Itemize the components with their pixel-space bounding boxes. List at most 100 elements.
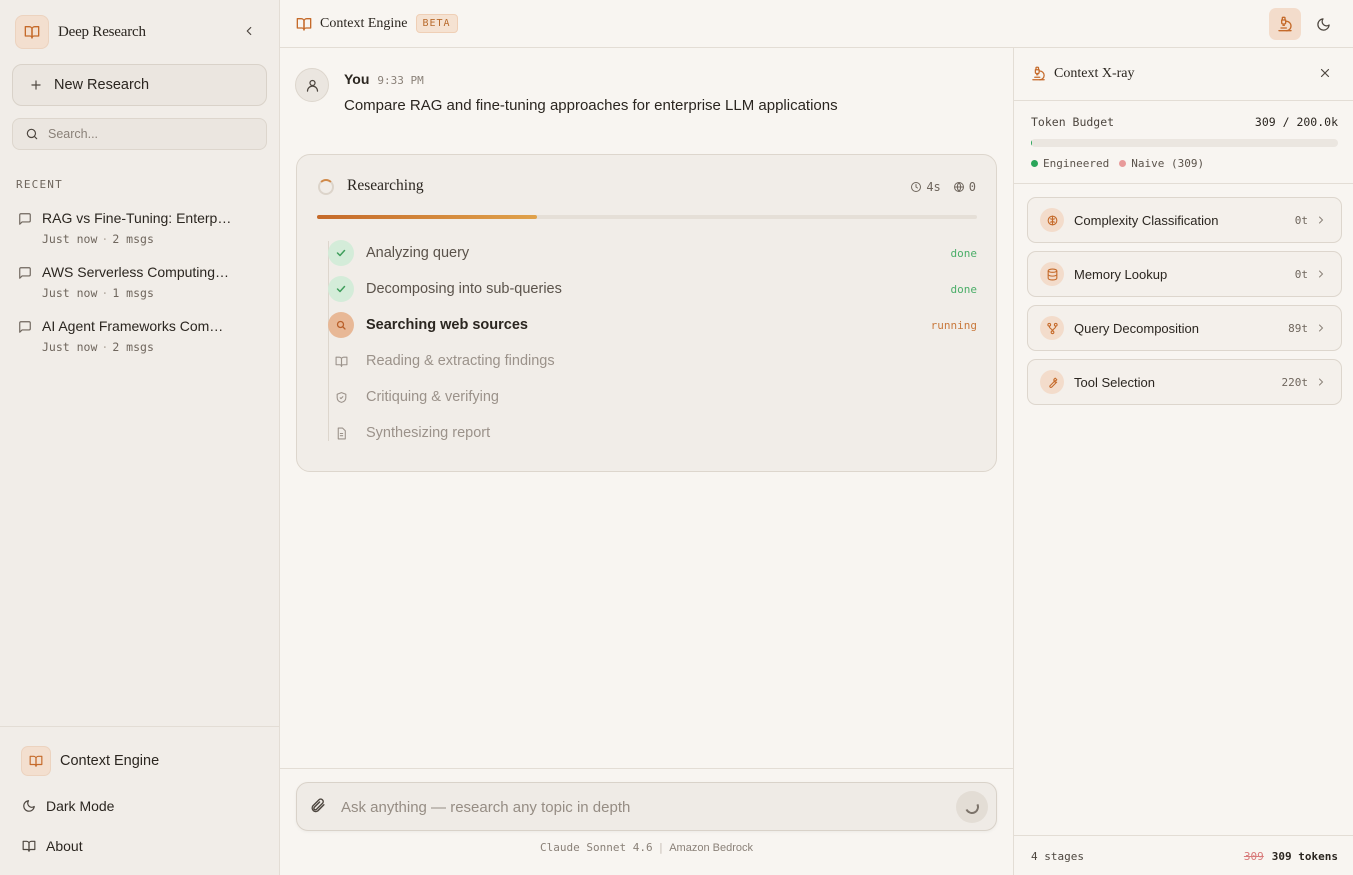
stage-label: Tool Selection (1074, 374, 1155, 390)
moon-icon (23, 800, 35, 812)
legend-naive: Naive (309) (1131, 157, 1205, 170)
sidebar-footer: Context Engine Dark Mode About (0, 726, 279, 875)
stage-label: Query Decomposition (1074, 320, 1199, 336)
app-title: Deep Research (58, 23, 146, 40)
search-icon (26, 128, 38, 140)
close-icon (1320, 68, 1330, 78)
stage-label: Complexity Classification (1074, 212, 1219, 228)
message-time: 9:33 PM (377, 74, 424, 87)
token-budget-fill (1031, 139, 1033, 147)
model-provider: Amazon Bedrock (669, 842, 753, 854)
moon-icon (1316, 17, 1330, 31)
dark-mode-button[interactable]: Dark Mode (22, 798, 114, 814)
stage-memory-lookup[interactable]: Memory Lookup 0t (1027, 251, 1342, 297)
stage-query-decomposition[interactable]: Query Decomposition 89t (1027, 305, 1342, 351)
research-status-title: Researching (347, 177, 424, 194)
token-budget-label: Token Budget (1031, 115, 1115, 129)
search-input[interactable] (48, 127, 248, 141)
recent-item[interactable]: RAG vs Fine-Tuning: Enterp… Just now · 2 m… (18, 210, 268, 264)
step-status: running (930, 318, 977, 332)
clock-icon (911, 182, 922, 192)
collapse-sidebar-button[interactable] (240, 22, 258, 40)
microscope-icon (1278, 16, 1292, 32)
brain-icon (1040, 208, 1064, 232)
step-label: Reading & extracting findings (366, 353, 555, 369)
sidebar: Deep Research New Research RECENT RAG vs… (0, 0, 280, 875)
book-open-icon (15, 15, 49, 49)
recent-item-time: Just now (42, 286, 98, 300)
close-xray-button[interactable] (1318, 66, 1332, 85)
message-square-icon (19, 213, 31, 225)
microscope-icon (1032, 66, 1045, 81)
paperclip-icon (311, 798, 325, 813)
book-open-icon (296, 17, 312, 31)
stage-tokens: 220t (1281, 375, 1309, 389)
step-item: Reading & extracting findings (327, 343, 977, 379)
step-item: Searching web sources running (327, 307, 977, 343)
chevron-right-icon (1319, 216, 1324, 224)
recent-heading: RECENT (16, 178, 63, 191)
xray-toggle-button[interactable] (1269, 8, 1301, 40)
theme-toggle-button[interactable] (1313, 14, 1333, 34)
new-research-button[interactable]: New Research (12, 64, 267, 106)
token-budget-bar (1031, 139, 1338, 147)
book-open-icon (328, 348, 354, 374)
token-budget-value: 309 / 200.0k (1254, 115, 1338, 129)
stage-tool-selection[interactable]: Tool Selection 220t (1027, 359, 1342, 405)
prompt-input[interactable] (341, 795, 941, 819)
dark-mode-label: Dark Mode (46, 798, 115, 814)
file-text-icon (328, 420, 354, 446)
recent-item-time: Just now (42, 340, 98, 354)
model-name: Claude Sonnet 4.6 (540, 841, 653, 854)
plus-icon (31, 80, 41, 90)
user-avatar (295, 68, 329, 102)
message-author: You (344, 71, 370, 87)
stage-tokens: 89t (1288, 321, 1308, 335)
send-button[interactable] (956, 791, 988, 823)
budget-legend: Engineered Naive (309) (1031, 157, 1214, 170)
message-text: Compare RAG and fine-tuning approaches f… (344, 97, 838, 114)
source-count-value: 0 (968, 180, 976, 194)
research-steps: Analyzing query done Decomposing into su… (327, 235, 977, 451)
chat-area: You 9:33 PM Compare RAG and fine-tuning … (280, 48, 1013, 768)
loading-spinner-icon (318, 179, 334, 195)
prompt-box (296, 782, 997, 831)
step-status: done (950, 246, 978, 260)
shield-check-icon (328, 384, 354, 410)
context-xray-panel: Context X-ray Token Budget 309 / 200.0k … (1013, 48, 1353, 875)
step-item: Decomposing into sub-queries done (327, 271, 977, 307)
recent-item-count: 2 msgs (112, 232, 154, 246)
chevron-right-icon (1319, 324, 1324, 332)
stage-count: 4 stages (1031, 850, 1084, 863)
book-open-icon (21, 746, 51, 776)
elapsed-time: 4s (910, 180, 941, 194)
recent-item[interactable]: AWS Serverless Computing… Just now · 1 msg… (18, 264, 268, 318)
recent-item[interactable]: AI Agent Frameworks Com… Just now · 2 msgs (18, 318, 268, 372)
recent-item-title: RAG vs Fine-Tuning: Enterp… (42, 210, 232, 226)
about-button[interactable]: About (22, 838, 83, 854)
top-bar: Context Engine BETA (280, 0, 1353, 48)
model-info: Claude Sonnet 4.6 | Amazon Bedrock (540, 841, 753, 854)
step-label: Analyzing query (366, 245, 470, 261)
check-icon (328, 240, 354, 266)
stage-complexity-classification[interactable]: Complexity Classification 0t (1027, 197, 1342, 243)
chevron-left-icon (246, 26, 252, 36)
search-icon (328, 312, 354, 338)
recent-item-count: 1 msgs (112, 286, 154, 300)
attach-button[interactable] (309, 797, 326, 819)
message-square-icon (19, 267, 31, 279)
branch-icon (1040, 316, 1064, 340)
check-icon (328, 276, 354, 302)
recent-item-title: AI Agent Frameworks Com… (42, 318, 224, 334)
recent-item-time: Just now (42, 232, 98, 246)
search-box[interactable] (12, 118, 267, 150)
total-token-count: 309 tokens (1271, 850, 1338, 863)
beta-badge: BETA (415, 14, 458, 33)
footer-brand[interactable]: Context Engine (21, 746, 159, 776)
research-progress-card: Researching 4s 0 Analyzing query done De… (296, 154, 997, 472)
message-square-icon (19, 321, 31, 333)
elapsed-value: 4s (926, 180, 941, 194)
user-message: You 9:33 PM Compare RAG and fine-tuning … (295, 68, 838, 114)
about-label: About (46, 838, 83, 854)
chevron-right-icon (1319, 270, 1324, 278)
